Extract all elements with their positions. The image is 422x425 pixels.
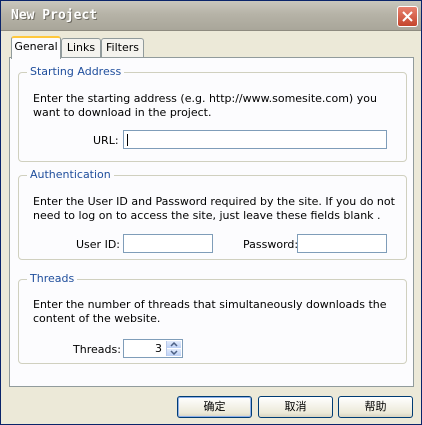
tab-links-label: Links bbox=[66, 41, 96, 54]
threads-description: Enter the number of threads that simulta… bbox=[33, 298, 387, 325]
threads-label: Threads: bbox=[73, 343, 121, 356]
cancel-button[interactable]: 取消 bbox=[258, 396, 333, 418]
password-label: Password: bbox=[243, 238, 299, 251]
password-input[interactable] bbox=[297, 234, 387, 253]
starting-address-description: Enter the starting address (e.g. http://… bbox=[33, 92, 377, 119]
tab-general[interactable]: General bbox=[11, 36, 61, 59]
general-tab-panel: Starting Address Enter the starting addr… bbox=[9, 57, 414, 387]
tab-filters[interactable]: Filters bbox=[101, 38, 144, 58]
tab-filters-label: Filters bbox=[106, 41, 139, 54]
threads-spinner bbox=[166, 341, 181, 356]
window-title: New Project bbox=[11, 8, 98, 23]
new-project-dialog: New Project General Links Filters Starti… bbox=[0, 0, 422, 425]
cancel-button-label: 取消 bbox=[284, 400, 307, 413]
tab-links[interactable]: Links bbox=[61, 38, 101, 58]
tab-general-label: General bbox=[14, 40, 58, 53]
spin-up-button[interactable] bbox=[167, 341, 181, 348]
authentication-legend: Authentication bbox=[27, 168, 114, 181]
user-id-input[interactable] bbox=[123, 234, 213, 253]
threads-stepper[interactable]: 3 bbox=[123, 339, 183, 358]
help-button[interactable]: 帮助 bbox=[338, 396, 413, 418]
url-label: URL: bbox=[93, 134, 119, 147]
authentication-description: Enter the User ID and Password required … bbox=[33, 195, 395, 222]
title-bar[interactable]: New Project bbox=[1, 1, 421, 31]
chevron-down-icon bbox=[170, 350, 178, 355]
spin-down-button[interactable] bbox=[167, 349, 181, 356]
chevron-up-icon bbox=[170, 342, 178, 347]
text-caret bbox=[127, 134, 128, 146]
user-id-label: User ID: bbox=[76, 238, 120, 251]
ok-button[interactable]: 确定 bbox=[177, 396, 252, 418]
close-button[interactable] bbox=[397, 6, 418, 27]
starting-address-legend: Starting Address bbox=[27, 65, 125, 78]
url-input[interactable] bbox=[123, 130, 387, 149]
help-button-label: 帮助 bbox=[364, 400, 387, 413]
close-icon bbox=[402, 11, 413, 22]
ok-button-label: 确定 bbox=[203, 400, 226, 413]
threads-legend: Threads bbox=[27, 272, 78, 285]
threads-value: 3 bbox=[155, 342, 162, 355]
